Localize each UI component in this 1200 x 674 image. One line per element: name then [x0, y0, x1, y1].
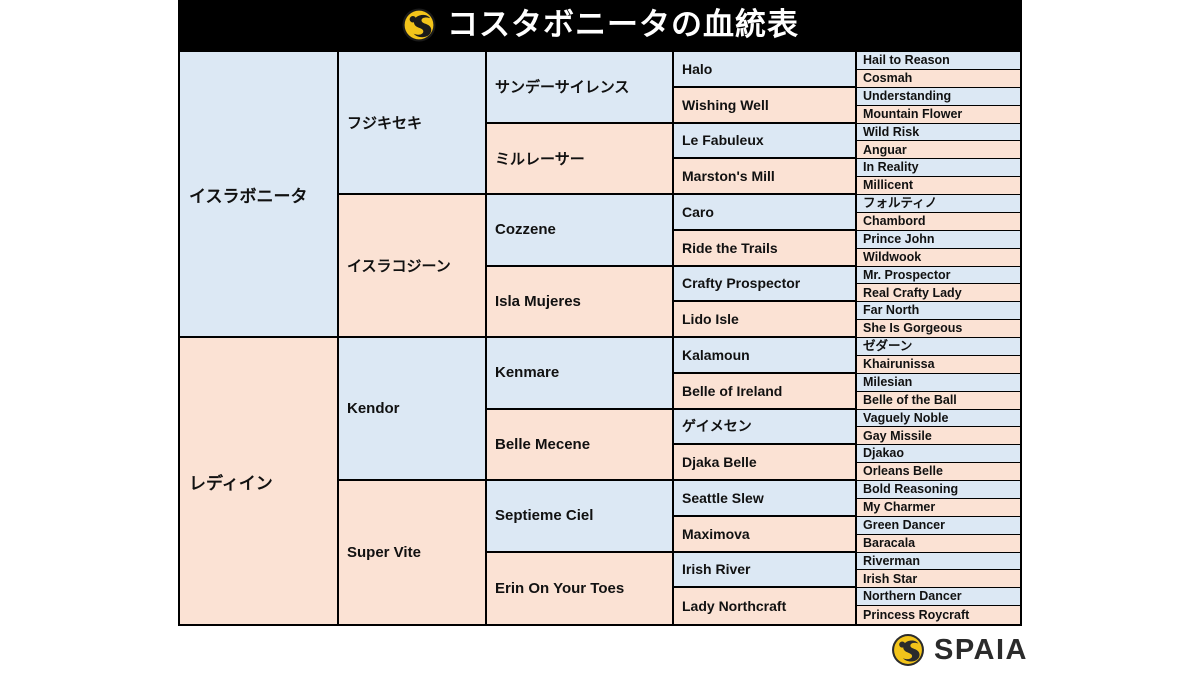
pedigree-cell: Wild Risk [857, 123, 1020, 142]
pedigree-cell: Super Vite [339, 481, 487, 624]
pedigree-cell: フォルティノ [857, 195, 1020, 213]
pedigree-cell: Baracala [857, 534, 1020, 553]
pedigree-cell: Vaguely Noble [857, 409, 1020, 428]
pedigree-cell: フジキセキ [339, 52, 487, 195]
pedigree-column-generation-3: サンデーサイレンス ミルレーサー Cozzene Isla Mujeres Ke… [487, 52, 674, 624]
pedigree-cell: Mountain Flower [857, 105, 1020, 124]
pedigree-cell: Cozzene [487, 195, 674, 267]
pedigree-cell: Lady Northcraft [674, 588, 857, 624]
pedigree-column-generation-1: イスラボニータ レディイン [180, 52, 339, 624]
pedigree-cell: Far North [857, 302, 1020, 321]
pedigree-cell: Mr. Prospector [857, 266, 1020, 285]
pedigree-cell: Millicent [857, 177, 1020, 195]
pedigree-cell: イスラコジーン [339, 195, 487, 338]
pedigree-cell: Understanding [857, 87, 1020, 106]
pedigree-cell: Anguar [857, 141, 1020, 160]
pedigree-cell: My Charmer [857, 498, 1020, 517]
pedigree-column-generation-4: Halo Wishing Well Le Fabuleux Marston's … [674, 52, 857, 624]
pedigree-cell: Belle of Ireland [674, 373, 857, 410]
pedigree-cell: Gay Missile [857, 427, 1020, 446]
pedigree-cell: Wildwook [857, 248, 1020, 267]
page-title: コスタボニータの血統表 [447, 6, 799, 43]
pedigree-cell: Kenmare [487, 338, 674, 410]
pedigree-cell: Hail to Reason [857, 52, 1020, 70]
pedigree-cell: Ride the Trails [674, 230, 857, 267]
pedigree-cell: Orleans Belle [857, 463, 1020, 481]
pedigree-cell: Milesian [857, 373, 1020, 392]
pedigree-cell: Riverman [857, 552, 1020, 571]
pedigree-cell: ゼダーン [857, 338, 1020, 356]
pedigree-cell: Maximova [674, 516, 857, 553]
pedigree-cell: Princess Roycraft [857, 606, 1020, 624]
pedigree-cell: Irish Star [857, 570, 1020, 589]
pedigree-cell: イスラボニータ [180, 52, 339, 338]
pedigree-cell: In Reality [857, 159, 1020, 178]
pedigree-cell: Irish River [674, 552, 857, 589]
pedigree-cell: Kalamoun [674, 338, 857, 374]
pedigree-cell: Green Dancer [857, 516, 1020, 535]
pedigree-cell: Crafty Prospector [674, 266, 857, 303]
pedigree-cell: Bold Reasoning [857, 481, 1020, 499]
pedigree-cell: Lido Isle [674, 302, 857, 338]
pedigree-cell: Kendor [339, 338, 487, 481]
pedigree-cell: Septieme Ciel [487, 481, 674, 553]
pedigree-cell: Djaka Belle [674, 445, 857, 481]
pedigree-cell: Le Fabuleux [674, 123, 857, 160]
pedigree-cell: Marston's Mill [674, 159, 857, 195]
pedigree-cell: Prince John [857, 230, 1020, 249]
pedigree-cell: Erin On Your Toes [487, 552, 674, 624]
spaia-logo-icon [402, 8, 436, 42]
spaia-logo-icon [892, 634, 924, 666]
pedigree-cell: Isla Mujeres [487, 266, 674, 338]
pedigree-cell: Belle of the Ball [857, 391, 1020, 410]
footer-brand-name: SPAIA [934, 633, 1028, 666]
pedigree-cell: She Is Gorgeous [857, 320, 1020, 338]
pedigree-cell: Seattle Slew [674, 481, 857, 517]
pedigree-cell: ミルレーサー [487, 123, 674, 195]
pedigree-column-generation-5: Hail to Reason Cosmah Understanding Moun… [857, 52, 1020, 624]
pedigree-page: コスタボニータの血統表 イスラボニータ レディイン フジキセキ イスラコジーン … [0, 0, 1200, 674]
pedigree-cell: Chambord [857, 212, 1020, 231]
pedigree-cell: Khairunissa [857, 355, 1020, 374]
page-title-bar: コスタボニータの血統表 [178, 0, 1022, 50]
pedigree-cell: Northern Dancer [857, 588, 1020, 607]
pedigree-cell: Djakao [857, 445, 1020, 464]
pedigree-cell: Caro [674, 195, 857, 231]
footer-brand: SPAIA [891, 632, 1028, 668]
pedigree-column-generation-2: フジキセキ イスラコジーン Kendor Super Vite [339, 52, 487, 624]
pedigree-cell: レディイン [180, 338, 339, 624]
pedigree-cell: Wishing Well [674, 87, 857, 124]
pedigree-cell: Real Crafty Lady [857, 284, 1020, 303]
pedigree-cell: Cosmah [857, 69, 1020, 88]
pedigree-table: イスラボニータ レディイン フジキセキ イスラコジーン Kendor Super… [178, 50, 1022, 626]
pedigree-cell: Halo [674, 52, 857, 88]
pedigree-cell: Belle Mecene [487, 409, 674, 481]
pedigree-cell: サンデーサイレンス [487, 52, 674, 124]
pedigree-cell: ゲイメセン [674, 409, 857, 446]
